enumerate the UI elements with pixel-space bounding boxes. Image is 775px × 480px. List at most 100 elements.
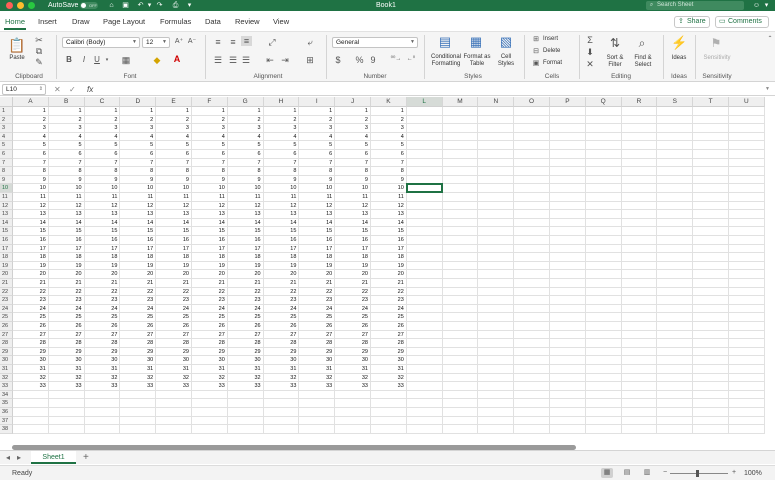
cell-t15[interactable] [693, 227, 729, 236]
cell-q19[interactable] [585, 261, 622, 271]
cell-q20[interactable] [585, 270, 622, 279]
cell-u12[interactable] [729, 201, 765, 211]
cell-d25[interactable]: 25 [120, 313, 157, 322]
cell-e30[interactable]: 30 [156, 356, 192, 365]
cell-b30[interactable]: 30 [48, 356, 85, 365]
cell-k7[interactable]: 7 [371, 158, 407, 168]
cell-m31[interactable] [442, 365, 479, 374]
page-layout-view-icon[interactable]: ▤ [621, 468, 633, 478]
cell-i1[interactable]: 1 [299, 107, 336, 116]
row-header[interactable]: 38 [0, 425, 13, 434]
cell-r33[interactable] [621, 382, 658, 391]
cell-t34[interactable] [693, 390, 729, 400]
cell-g24[interactable]: 24 [227, 304, 264, 314]
cell-l19[interactable] [406, 261, 443, 271]
cell-s30[interactable] [657, 356, 694, 365]
row-header[interactable]: 9 [0, 175, 13, 185]
cell-g31[interactable]: 31 [227, 365, 264, 374]
cell-a31[interactable]: 31 [13, 365, 49, 374]
cell-p38[interactable] [550, 425, 586, 434]
font-family-select[interactable]: Calibri (Body) ▼ [62, 37, 140, 48]
cell-i33[interactable]: 33 [299, 382, 336, 391]
enter-formula-icon[interactable]: ✓ [69, 84, 76, 95]
row-header[interactable]: 26 [0, 322, 13, 331]
cell-p33[interactable] [550, 382, 586, 391]
cell-t1[interactable] [693, 107, 729, 116]
cell-r12[interactable] [621, 201, 658, 211]
cell-s8[interactable] [657, 167, 694, 176]
cell-o16[interactable] [514, 236, 550, 245]
cell-k28[interactable]: 28 [371, 339, 407, 348]
column-header-l[interactable]: L [406, 97, 443, 107]
cell-b6[interactable]: 6 [48, 150, 85, 159]
cell-b16[interactable]: 16 [48, 236, 85, 245]
cell-a3[interactable]: 3 [13, 124, 49, 133]
cell-l1[interactable] [406, 107, 443, 116]
cell-s31[interactable] [657, 365, 694, 374]
cell-e33[interactable]: 33 [156, 382, 192, 391]
cell-s23[interactable] [657, 296, 694, 305]
row-header[interactable]: 32 [0, 373, 13, 383]
cell-b13[interactable]: 13 [48, 210, 85, 219]
cell-i9[interactable]: 9 [299, 175, 336, 185]
cell-j37[interactable] [335, 416, 371, 426]
cell-g32[interactable]: 32 [227, 373, 264, 383]
cell-p24[interactable] [550, 304, 586, 314]
cell-t4[interactable] [693, 132, 729, 142]
cell-q7[interactable] [585, 158, 622, 168]
tab-draw[interactable]: Draw [72, 16, 90, 28]
cell-g7[interactable]: 7 [227, 158, 264, 168]
cell-p23[interactable] [550, 296, 586, 305]
cell-g37[interactable] [227, 416, 264, 426]
cell-i27[interactable]: 27 [299, 330, 336, 340]
cell-r4[interactable] [621, 132, 658, 142]
cell-l33[interactable] [406, 382, 443, 391]
cell-e2[interactable]: 2 [156, 115, 192, 125]
previous-sheet-icon[interactable]: ◂ [6, 452, 10, 463]
cell-t19[interactable] [693, 261, 729, 271]
cell-j22[interactable]: 22 [335, 287, 371, 297]
cell-g19[interactable]: 19 [227, 261, 264, 271]
cell-q32[interactable] [585, 373, 622, 383]
align-top-icon[interactable]: ≡ [213, 37, 223, 47]
cell-t36[interactable] [693, 408, 729, 417]
cell-m28[interactable] [442, 339, 479, 348]
cell-m25[interactable] [442, 313, 479, 322]
cell-s7[interactable] [657, 158, 694, 168]
cell-u27[interactable] [729, 330, 765, 340]
cell-p11[interactable] [550, 193, 586, 202]
cell-q27[interactable] [585, 330, 622, 340]
cell-t29[interactable] [693, 347, 729, 357]
print-icon[interactable]: ⎙ [171, 1, 180, 10]
cell-u36[interactable] [729, 408, 765, 417]
cell-c20[interactable]: 20 [84, 270, 121, 279]
cell-a29[interactable]: 29 [13, 347, 49, 357]
cell-q15[interactable] [585, 227, 622, 236]
cell-g28[interactable]: 28 [227, 339, 264, 348]
cell-f30[interactable]: 30 [192, 356, 228, 365]
cell-c8[interactable]: 8 [84, 167, 121, 176]
cell-h28[interactable]: 28 [263, 339, 300, 348]
cell-q30[interactable] [585, 356, 622, 365]
cell-p10[interactable] [550, 184, 586, 193]
cell-s3[interactable] [657, 124, 694, 133]
cell-e14[interactable]: 14 [156, 218, 192, 228]
row-header[interactable]: 2 [0, 115, 13, 125]
row-header[interactable]: 20 [0, 270, 13, 279]
cell-t6[interactable] [693, 150, 729, 159]
find-select-icon[interactable]: ⌕ [633, 36, 651, 50]
cell-e9[interactable]: 9 [156, 175, 192, 185]
cell-c28[interactable]: 28 [84, 339, 121, 348]
cell-q23[interactable] [585, 296, 622, 305]
cell-c7[interactable]: 7 [84, 158, 121, 168]
increase-indent-icon[interactable]: ⇥ [280, 55, 290, 65]
cell-d16[interactable]: 16 [120, 236, 157, 245]
cell-m12[interactable] [442, 201, 479, 211]
cell-u11[interactable] [729, 193, 765, 202]
cell-o11[interactable] [514, 193, 550, 202]
cell-q9[interactable] [585, 175, 622, 185]
cell-l27[interactable] [406, 330, 443, 340]
cell-e12[interactable]: 12 [156, 201, 192, 211]
cell-m23[interactable] [442, 296, 479, 305]
cell-q3[interactable] [585, 124, 622, 133]
